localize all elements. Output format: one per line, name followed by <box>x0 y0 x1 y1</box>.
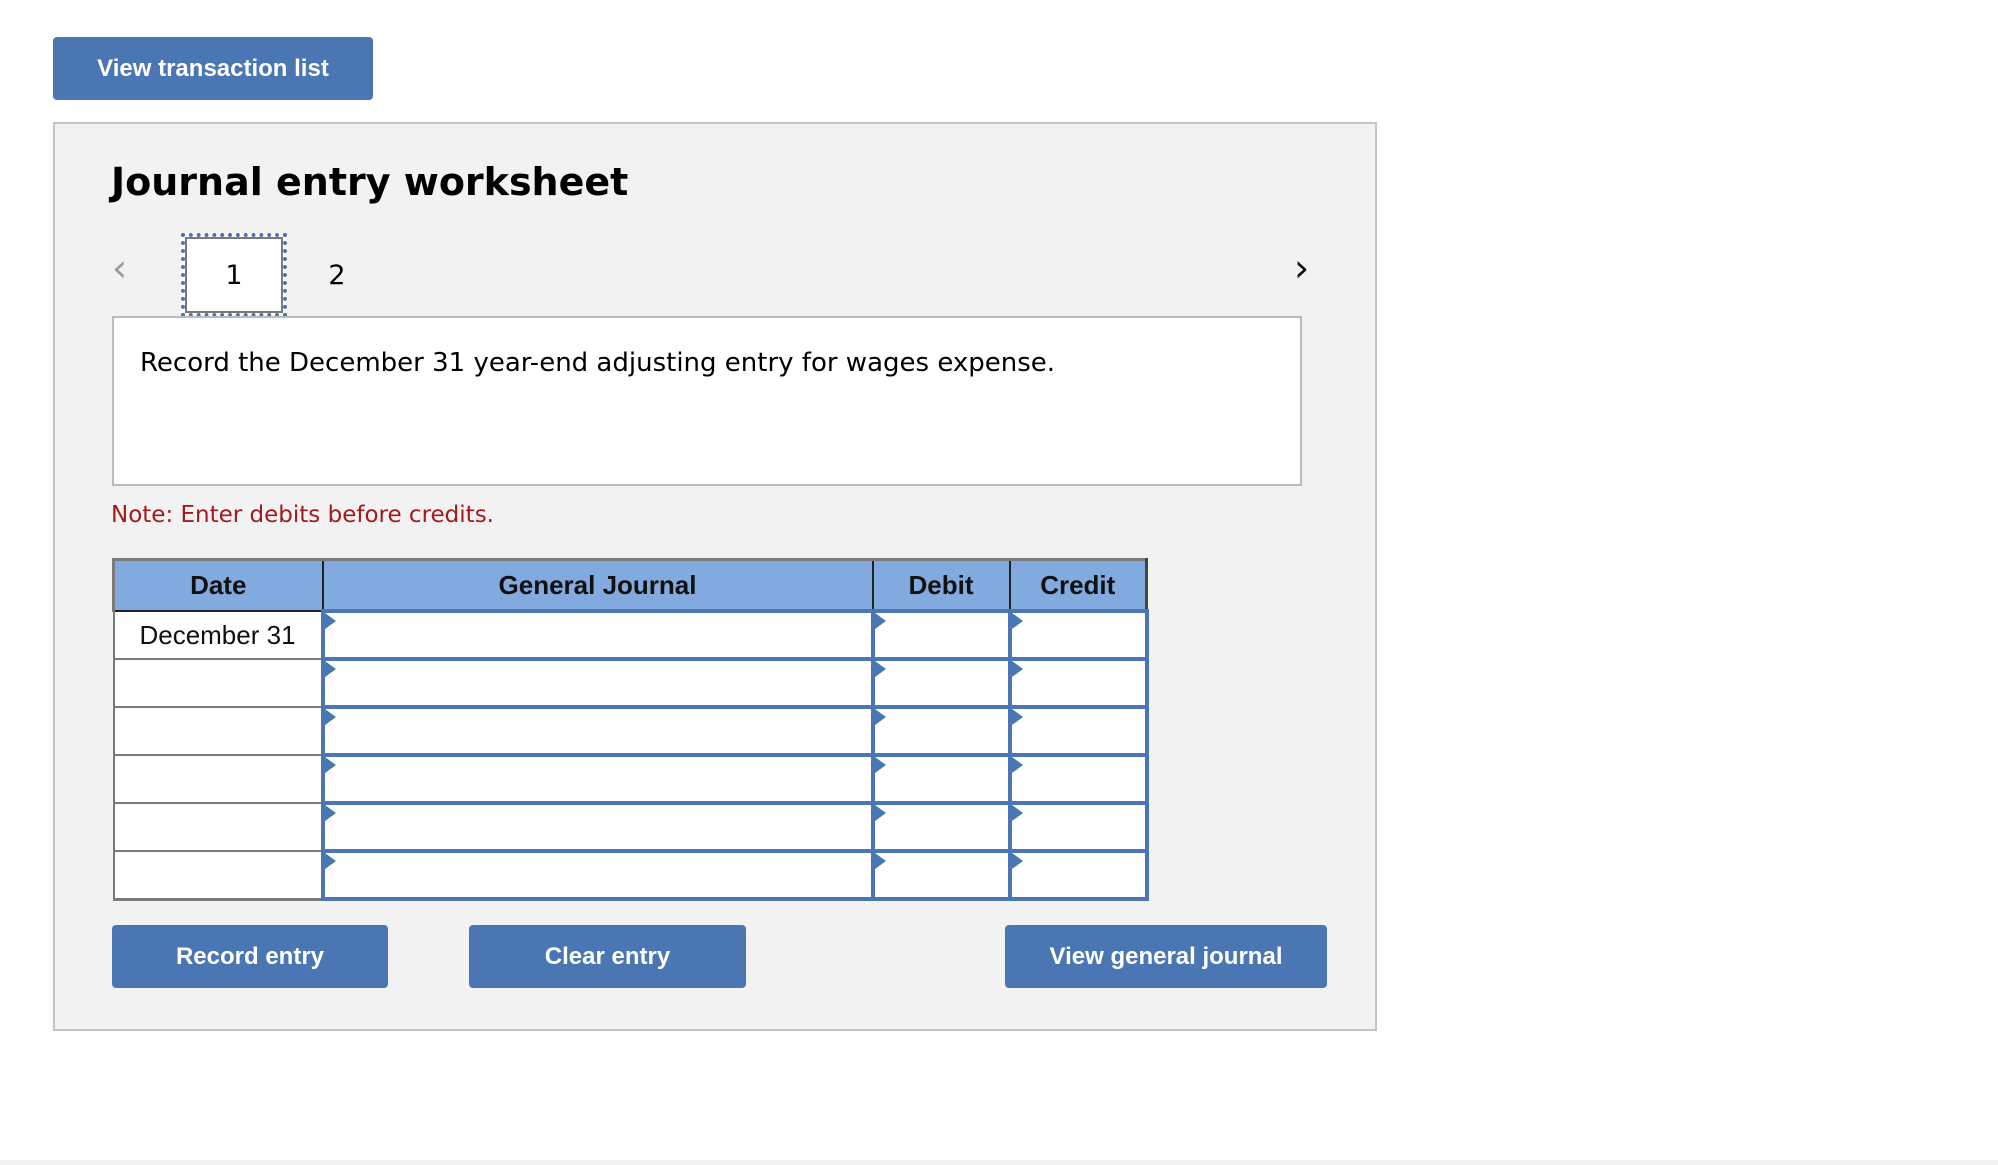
page-tab-1[interactable]: 1 <box>181 233 287 317</box>
date-cell[interactable] <box>112 754 324 804</box>
date-cell[interactable] <box>112 802 324 852</box>
date-cell[interactable] <box>112 850 324 901</box>
input-marker-icon <box>1011 805 1023 821</box>
input-marker-icon <box>324 613 336 629</box>
table-row <box>112 657 1149 709</box>
table-row <box>112 753 1149 805</box>
input-marker-icon <box>874 661 886 677</box>
debit-input-cell[interactable] <box>870 705 1012 757</box>
account-select-cell[interactable] <box>320 609 875 661</box>
chevron-right-icon[interactable]: › <box>1294 248 1324 288</box>
instruction-text: Record the December 31 year-end adjustin… <box>140 348 1056 378</box>
chevron-left-icon[interactable]: ‹ <box>112 248 142 288</box>
journal-table: Date General Journal Debit Credit Decemb… <box>112 558 1149 901</box>
page-tab-2[interactable]: 2 <box>285 233 389 317</box>
input-marker-icon <box>874 709 886 725</box>
date-cell[interactable] <box>112 706 324 756</box>
header-general-journal: General Journal <box>321 558 874 612</box>
input-marker-icon <box>1011 757 1023 773</box>
input-marker-icon <box>324 661 336 677</box>
account-select-cell[interactable] <box>320 753 875 805</box>
input-marker-icon <box>1011 853 1023 869</box>
input-marker-icon <box>324 853 336 869</box>
note-text: Note: Enter debits before credits. <box>111 502 494 528</box>
view-general-journal-button[interactable]: View general journal <box>1005 925 1327 988</box>
account-select-cell[interactable] <box>320 657 875 709</box>
credit-input-cell[interactable] <box>1007 849 1149 901</box>
clear-entry-button[interactable]: Clear entry <box>469 925 746 988</box>
debit-input-cell[interactable] <box>870 609 1012 661</box>
credit-input-cell[interactable] <box>1007 753 1149 805</box>
view-transaction-list-button[interactable]: View transaction list <box>53 37 373 100</box>
worksheet-title: Journal entry worksheet <box>111 160 629 204</box>
table-row <box>112 801 1149 853</box>
table-row <box>112 849 1149 901</box>
page-footer-divider <box>0 1160 1998 1165</box>
account-select-cell[interactable] <box>320 801 875 853</box>
input-marker-icon <box>324 805 336 821</box>
input-marker-icon <box>1011 661 1023 677</box>
header-date: Date <box>112 558 324 612</box>
input-marker-icon <box>874 853 886 869</box>
input-marker-icon <box>324 757 336 773</box>
input-marker-icon <box>324 709 336 725</box>
debit-input-cell[interactable] <box>870 753 1012 805</box>
header-credit: Credit <box>1008 558 1148 612</box>
input-marker-icon <box>874 613 886 629</box>
input-marker-icon <box>1011 613 1023 629</box>
table-row: December 31 <box>112 609 1149 661</box>
account-select-cell[interactable] <box>320 705 875 757</box>
credit-input-cell[interactable] <box>1007 609 1149 661</box>
account-select-cell[interactable] <box>320 849 875 901</box>
credit-input-cell[interactable] <box>1007 705 1149 757</box>
credit-input-cell[interactable] <box>1007 657 1149 709</box>
header-debit: Debit <box>871 558 1011 612</box>
date-cell[interactable] <box>112 658 324 708</box>
debit-input-cell[interactable] <box>870 849 1012 901</box>
credit-input-cell[interactable] <box>1007 801 1149 853</box>
table-row <box>112 705 1149 757</box>
table-header-row: Date General Journal Debit Credit <box>112 558 1148 612</box>
input-marker-icon <box>874 805 886 821</box>
date-cell: December 31 <box>112 610 324 660</box>
record-entry-button[interactable]: Record entry <box>112 925 388 988</box>
debit-input-cell[interactable] <box>870 657 1012 709</box>
input-marker-icon <box>874 757 886 773</box>
debit-input-cell[interactable] <box>870 801 1012 853</box>
input-marker-icon <box>1011 709 1023 725</box>
instruction-box: Record the December 31 year-end adjustin… <box>112 316 1302 486</box>
